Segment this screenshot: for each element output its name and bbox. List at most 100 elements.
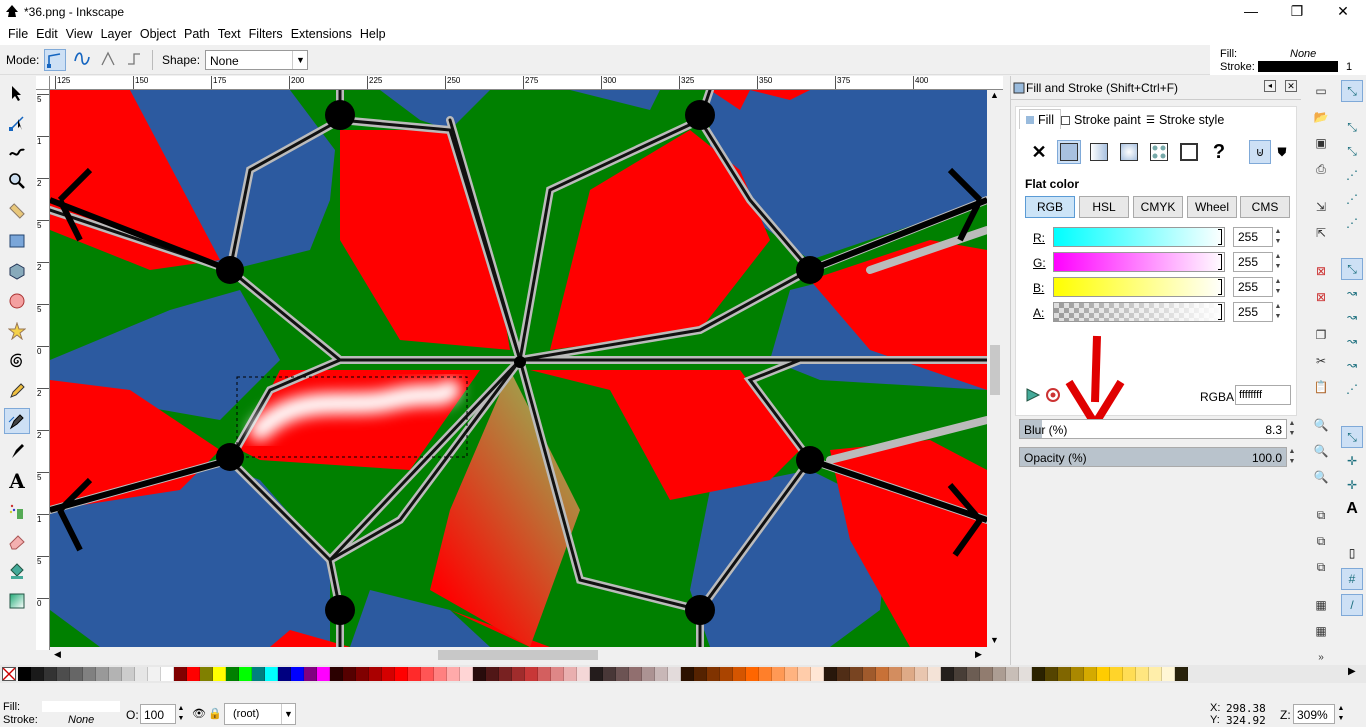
print-icon[interactable]: ⎙: [1312, 160, 1330, 178]
palette-swatch[interactable]: [31, 667, 44, 681]
star-tool-icon[interactable]: [4, 318, 30, 344]
palette-swatches[interactable]: [18, 667, 1328, 681]
channel-b-slider[interactable]: [1053, 277, 1225, 297]
snap-others-icon[interactable]: ⤡: [1341, 426, 1363, 448]
cut-icon[interactable]: ✂: [1312, 352, 1330, 370]
palette-swatch[interactable]: [707, 667, 720, 681]
minimize-button[interactable]: —: [1228, 0, 1274, 23]
palette-swatch[interactable]: [720, 667, 733, 681]
palette-swatch[interactable]: [863, 667, 876, 681]
close-button[interactable]: ✕: [1320, 0, 1366, 23]
palette-swatch[interactable]: [590, 667, 603, 681]
vertical-scrollbar[interactable]: ▲ ▼: [988, 90, 1002, 647]
channel-g-thumb[interactable]: [1218, 254, 1222, 270]
snap-cusp-icon[interactable]: ↝: [1341, 330, 1363, 352]
snap-bbox-corner-icon[interactable]: ⋰: [1341, 164, 1363, 186]
palette-swatch[interactable]: [304, 667, 317, 681]
palette-swatch[interactable]: [564, 667, 577, 681]
channel-b-thumb[interactable]: [1218, 279, 1222, 295]
snap-intersection-icon[interactable]: ↝: [1341, 306, 1363, 328]
palette-swatch[interactable]: [1175, 667, 1188, 681]
palette-swatch[interactable]: [889, 667, 902, 681]
snap-grid-icon[interactable]: #: [1341, 568, 1363, 590]
palette-swatch[interactable]: [187, 667, 200, 681]
eraser-tool-icon[interactable]: [4, 528, 30, 554]
zoom-spin-icon[interactable]: ▲ ▼: [1336, 704, 1346, 724]
zoom-page-icon[interactable]: 🔍: [1312, 468, 1330, 486]
blur-slider[interactable]: Blur (%) 8.3: [1019, 419, 1287, 439]
unset-paint-icon[interactable]: ?: [1207, 140, 1231, 164]
palette-swatch[interactable]: [577, 667, 590, 681]
palette-swatch[interactable]: [655, 667, 668, 681]
copy-icon[interactable]: ❐: [1312, 326, 1330, 344]
fill-stroke-indicator[interactable]: Fill: None Stroke: 1: [1210, 45, 1366, 75]
spiral-tool-icon[interactable]: [4, 348, 30, 374]
palette-swatch[interactable]: [681, 667, 694, 681]
palette-swatch[interactable]: [1110, 667, 1123, 681]
new-document-icon[interactable]: ▭: [1312, 82, 1330, 100]
more-commands-icon[interactable]: »: [1312, 648, 1330, 666]
palette-swatch[interactable]: [161, 667, 174, 681]
palette-swatch[interactable]: [759, 667, 772, 681]
channel-b-spin-icon[interactable]: ▲ ▼: [1273, 277, 1283, 297]
opacity-value[interactable]: 100.0: [1252, 451, 1282, 465]
palette-swatch[interactable]: [499, 667, 512, 681]
palette-swatch[interactable]: [356, 667, 369, 681]
bspline-mode-icon[interactable]: [98, 49, 120, 71]
horizontal-scroll-thumb[interactable]: [438, 650, 598, 660]
palette-swatch[interactable]: [928, 667, 941, 681]
palette-swatch[interactable]: [1006, 667, 1019, 681]
group-icon[interactable]: ▦: [1312, 596, 1330, 614]
palette-swatch[interactable]: [369, 667, 382, 681]
channel-g-spin-icon[interactable]: ▲ ▼: [1273, 252, 1283, 272]
channel-r-spin-icon[interactable]: ▲ ▼: [1273, 227, 1283, 247]
snap-nodes-icon[interactable]: ⤡: [1341, 258, 1363, 280]
measure-tool-icon[interactable]: [4, 198, 30, 224]
palette-swatch[interactable]: [941, 667, 954, 681]
menu-file[interactable]: File: [4, 24, 32, 41]
snap-smooth-icon[interactable]: ↝: [1341, 354, 1363, 376]
palette-menu-icon[interactable]: ▶: [1348, 666, 1356, 677]
snap-path-icon[interactable]: ↝: [1341, 282, 1363, 304]
mode-hsl-button[interactable]: HSL: [1079, 196, 1129, 218]
export-icon[interactable]: ⇱: [1312, 224, 1330, 242]
opacity-slider[interactable]: Opacity (%) 100.0: [1019, 447, 1287, 467]
palette-swatch[interactable]: [278, 667, 291, 681]
palette-swatch[interactable]: [174, 667, 187, 681]
selector-tool-icon[interactable]: [4, 80, 30, 106]
stroke-color-swatch[interactable]: [1258, 61, 1338, 72]
palette-swatch[interactable]: [18, 667, 31, 681]
palette-swatch[interactable]: [460, 667, 473, 681]
palette-swatch[interactable]: [733, 667, 746, 681]
palette-swatch[interactable]: [57, 667, 70, 681]
palette-swatch[interactable]: [434, 667, 447, 681]
fill-rule-nonzero-icon[interactable]: ⛊: [1271, 140, 1293, 164]
snap-midpoint-icon[interactable]: ⋰: [1341, 378, 1363, 400]
channel-b-input[interactable]: 255: [1233, 277, 1273, 297]
fill-rule-evenodd-icon[interactable]: ⊍: [1249, 140, 1271, 164]
clone-icon[interactable]: ⧉: [1312, 532, 1330, 550]
palette-swatch[interactable]: [642, 667, 655, 681]
menu-filters[interactable]: Filters: [245, 24, 287, 41]
menu-extensions[interactable]: Extensions: [287, 24, 356, 41]
ellipse-tool-icon[interactable]: [4, 288, 30, 314]
menu-edit[interactable]: Edit: [32, 24, 62, 41]
paste-icon[interactable]: 📋: [1312, 378, 1330, 396]
tab-fill[interactable]: Fill: [1019, 109, 1061, 129]
palette-swatch[interactable]: [1058, 667, 1071, 681]
snap-text-baseline-icon[interactable]: A: [1341, 498, 1363, 520]
palette-swatch[interactable]: [1136, 667, 1149, 681]
node-tool-icon[interactable]: [4, 110, 30, 136]
palette-swatch[interactable]: [317, 667, 330, 681]
radial-gradient-icon[interactable]: [1117, 140, 1141, 164]
snap-page-border-icon[interactable]: ▯: [1341, 542, 1363, 564]
menu-text[interactable]: Text: [214, 24, 245, 41]
palette-swatch[interactable]: [1071, 667, 1084, 681]
palette-swatch[interactable]: [200, 667, 213, 681]
paraxial-mode-icon[interactable]: [124, 49, 146, 71]
text-tool-icon[interactable]: A: [4, 468, 30, 494]
layer-lock-icon[interactable]: 🔒: [208, 707, 222, 720]
palette-swatch[interactable]: [538, 667, 551, 681]
channel-a-thumb[interactable]: [1218, 304, 1222, 320]
snap-bbox-edge-icon[interactable]: ⤡: [1341, 140, 1363, 162]
